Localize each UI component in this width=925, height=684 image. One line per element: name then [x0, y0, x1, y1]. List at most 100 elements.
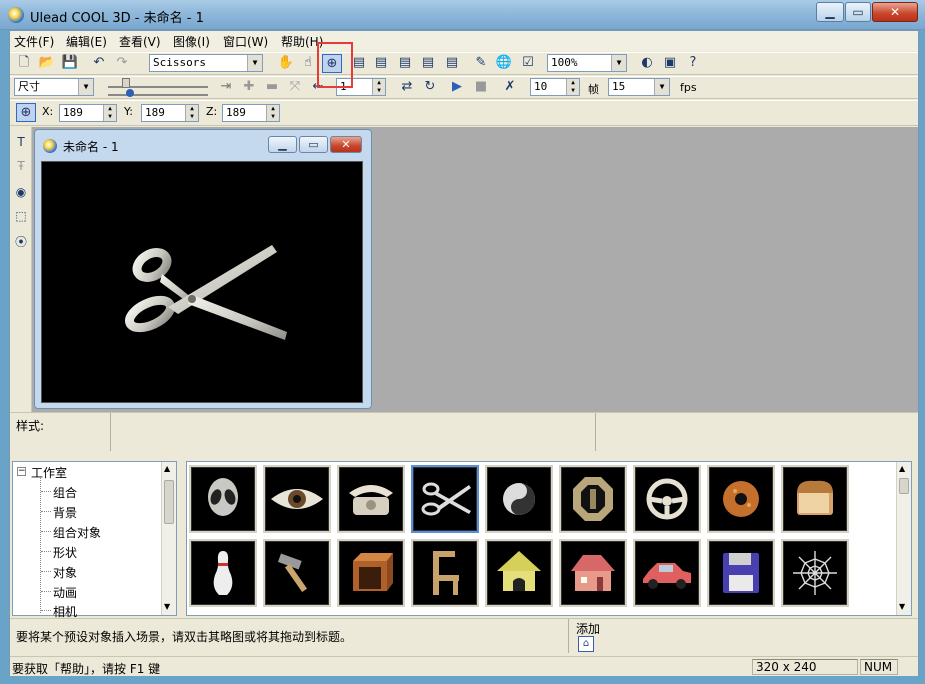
- collapse-toggle-icon[interactable]: −: [17, 467, 26, 476]
- tree-item-combination[interactable]: 组合: [53, 484, 77, 501]
- spin-arrows-icon[interactable]: ▲ ▼: [185, 105, 198, 121]
- rotate-hand-icon[interactable]: ☝: [298, 54, 318, 73]
- menu-image[interactable]: 图像(I): [173, 33, 210, 50]
- open-folder-icon[interactable]: 📂: [37, 54, 57, 73]
- spin-arrows-icon[interactable]: ▲ ▼: [372, 79, 385, 95]
- gallery-thumbnail[interactable]: [337, 465, 405, 533]
- timeline-thumb-current[interactable]: [126, 89, 134, 97]
- gallery-thumbnail[interactable]: [781, 539, 849, 607]
- gallery-scroll-thumb[interactable]: [899, 478, 909, 494]
- chevron-down-icon[interactable]: ▼: [611, 55, 626, 71]
- add-keyframe-icon[interactable]: ✚: [239, 78, 259, 97]
- object-combo[interactable]: Scissors ▼: [149, 54, 263, 72]
- render-canvas[interactable]: [41, 161, 363, 403]
- tree-root-studio[interactable]: 工作室: [31, 464, 67, 481]
- timeline-thumb-start[interactable]: [122, 78, 130, 88]
- smooth-motion-icon[interactable]: ✗: [500, 78, 520, 97]
- gallery-thumbnail[interactable]: [263, 539, 331, 607]
- gallery-thumbnail[interactable]: [411, 539, 479, 607]
- chevron-down-icon[interactable]: ▼: [247, 55, 262, 71]
- gallery-thumbnail[interactable]: [707, 539, 775, 607]
- menu-file[interactable]: 文件(F): [14, 33, 54, 50]
- redo-icon[interactable]: ↷: [112, 54, 132, 73]
- gallery-thumbnail[interactable]: [559, 539, 627, 607]
- view-left-icon[interactable]: ▤: [371, 54, 391, 73]
- edit-text-icon[interactable]: Ŧ: [12, 157, 30, 175]
- play-icon[interactable]: ▶: [447, 78, 467, 97]
- chevron-down-icon[interactable]: ▼: [78, 79, 93, 95]
- gallery-thumbnail[interactable]: [411, 465, 479, 533]
- maximize-button[interactable]: ▭: [845, 2, 871, 22]
- x-spin[interactable]: 189 ▲ ▼: [59, 104, 117, 122]
- menu-view[interactable]: 查看(V): [119, 33, 161, 50]
- stop-icon[interactable]: ■: [471, 78, 491, 97]
- gallery-thumbnail[interactable]: [189, 539, 257, 607]
- zoom-combo[interactable]: 100% ▼: [547, 54, 627, 72]
- light-icon[interactable]: ✎: [471, 54, 491, 73]
- add-to-palette-icon[interactable]: ⌂: [578, 636, 594, 652]
- minimize-button[interactable]: ▁: [816, 2, 844, 22]
- tree-scroll-thumb[interactable]: [164, 480, 174, 524]
- preview-icon[interactable]: ☑: [518, 54, 538, 73]
- gallery-thumbnail[interactable]: [781, 465, 849, 533]
- scroll-up-icon[interactable]: ▲: [164, 464, 170, 473]
- tree-item-shape[interactable]: 形状: [53, 544, 77, 561]
- texture-icon[interactable]: ▣: [660, 54, 680, 73]
- scroll-down-icon[interactable]: ▼: [899, 602, 905, 611]
- insert-text-icon[interactable]: T: [12, 133, 30, 151]
- tree-item-animation[interactable]: 动画: [53, 584, 77, 601]
- tree-item-object[interactable]: 对象: [53, 564, 77, 581]
- view-top-icon[interactable]: ▤: [418, 54, 438, 73]
- import-object-icon[interactable]: ⦿: [12, 233, 30, 251]
- save-icon[interactable]: 💾: [60, 54, 80, 73]
- app-icon[interactable]: [8, 7, 24, 23]
- tree-item-composite-object[interactable]: 组合对象: [53, 524, 101, 541]
- spin-arrows-icon[interactable]: ▲ ▼: [103, 105, 116, 121]
- attribute-combo[interactable]: 尺寸 ▼: [14, 78, 94, 96]
- tree-scrollbar[interactable]: ▲ ▼: [161, 462, 176, 615]
- size-mode-icon[interactable]: ⊕: [16, 103, 36, 122]
- spin-arrows-icon[interactable]: ▲ ▼: [566, 79, 579, 95]
- gallery-thumbnail[interactable]: [189, 465, 257, 533]
- new-file-icon[interactable]: 🗋: [14, 54, 34, 73]
- menu-window[interactable]: 窗口(W): [223, 33, 268, 50]
- close-button[interactable]: ✕: [872, 2, 918, 22]
- remove-keyframe-icon[interactable]: ▬: [262, 78, 282, 97]
- hand-icon[interactable]: ✋: [276, 54, 296, 73]
- gallery-scrollbar[interactable]: ▲ ▼: [896, 462, 911, 615]
- view-right-icon[interactable]: ▤: [395, 54, 415, 73]
- insert-geometry-icon[interactable]: ◉: [12, 183, 30, 201]
- gallery-thumbnail[interactable]: [337, 539, 405, 607]
- context-help-icon[interactable]: ?: [683, 54, 703, 73]
- scroll-up-icon[interactable]: ▲: [899, 464, 905, 473]
- gallery-thumbnail[interactable]: [485, 539, 553, 607]
- pingpong-icon[interactable]: ↻: [420, 78, 440, 97]
- scroll-down-icon[interactable]: ▼: [164, 602, 170, 611]
- gallery-thumbnail[interactable]: [559, 465, 627, 533]
- doc-minimize-button[interactable]: ▁: [268, 136, 297, 153]
- doc-maximize-button[interactable]: ▭: [299, 136, 328, 153]
- document-window[interactable]: 未命名 - 1 ▁ ▭ ✕: [34, 129, 372, 409]
- undo-icon[interactable]: ↶: [89, 54, 109, 73]
- tree-item-background[interactable]: 背景: [53, 504, 77, 521]
- gallery-thumbnail[interactable]: [633, 539, 701, 607]
- menu-edit[interactable]: 编辑(E): [66, 33, 107, 50]
- y-spin[interactable]: 189 ▲ ▼: [141, 104, 199, 122]
- spin-arrows-icon[interactable]: ▲ ▼: [266, 105, 279, 121]
- timeline-slider-bottom[interactable]: [108, 90, 208, 96]
- view-bottom-icon[interactable]: ▤: [442, 54, 462, 73]
- doc-app-icon[interactable]: [43, 139, 57, 153]
- select-object-icon[interactable]: ⬚: [12, 207, 30, 225]
- gallery-thumbnail[interactable]: [707, 465, 775, 533]
- z-spin[interactable]: 189 ▲ ▼: [222, 104, 280, 122]
- globe-icon[interactable]: 🌐: [494, 54, 514, 73]
- color-chip-icon[interactable]: ◐: [637, 54, 657, 73]
- loop-icon[interactable]: ⇄: [397, 78, 417, 97]
- gallery-thumbnail[interactable]: [633, 465, 701, 533]
- fps-combo[interactable]: 15 ▼: [608, 78, 670, 96]
- scissors-3d-icon[interactable]: [42, 162, 362, 402]
- doc-close-button[interactable]: ✕: [330, 136, 362, 153]
- total-frames-spin[interactable]: 10 ▲ ▼: [530, 78, 580, 96]
- reverse-keyframe-icon[interactable]: ⤧: [285, 78, 305, 97]
- goto-end-icon[interactable]: ⇥: [216, 78, 236, 97]
